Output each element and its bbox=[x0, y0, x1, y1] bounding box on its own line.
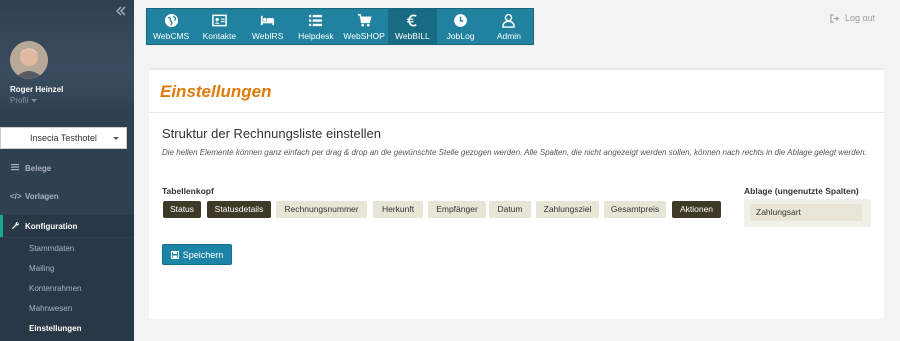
sidebar-item-belege[interactable]: Belege bbox=[0, 158, 134, 178]
tab-label: WebIRS bbox=[251, 31, 284, 41]
caret-down-icon bbox=[31, 99, 38, 103]
contact-card-icon bbox=[212, 14, 227, 27]
tab-webcms[interactable]: WebCMS bbox=[147, 9, 195, 44]
tab-label: Kontakte bbox=[202, 31, 237, 41]
code-icon: </> bbox=[10, 191, 22, 201]
sidebar-item-konfiguration[interactable]: Konfiguration bbox=[0, 215, 134, 237]
column-chip-gesamtpreis[interactable]: Gesamtpreis bbox=[604, 201, 666, 218]
divider bbox=[149, 112, 884, 113]
double-chevron-left-icon[interactable] bbox=[114, 4, 128, 18]
sidebar-item-label: Belege bbox=[25, 163, 52, 173]
submenu-item-mailing[interactable]: Mailing bbox=[29, 264, 54, 273]
column-chip-datum[interactable]: Datum bbox=[489, 201, 531, 218]
tab-label: Admin bbox=[496, 31, 521, 41]
tab-webshop[interactable]: WebSHOP bbox=[340, 9, 388, 44]
tab-webbill[interactable]: WebBILL bbox=[388, 9, 437, 44]
column-chip-herkunft[interactable]: Herkunft bbox=[373, 201, 423, 218]
save-button-label: Speichern bbox=[182, 249, 224, 260]
user-icon bbox=[502, 13, 516, 28]
tab-label: WebCMS bbox=[153, 31, 190, 41]
list-icon bbox=[309, 14, 323, 27]
tab-kontakte[interactable]: Kontakte bbox=[195, 9, 243, 44]
ablage-chip-zahlungsart[interactable]: Zahlungsart bbox=[750, 204, 862, 221]
tab-label: WebSHOP bbox=[343, 31, 385, 41]
cart-icon bbox=[357, 14, 372, 27]
profile-sub-label: Profil bbox=[10, 96, 29, 105]
column-chip-status[interactable]: Status bbox=[163, 201, 201, 218]
column-chip-statusdetails[interactable]: Statusdetails bbox=[207, 201, 271, 218]
column-chip-rechnungsnummer[interactable]: Rechnungsnummer bbox=[276, 201, 367, 218]
sidebar-item-label: Konfiguration bbox=[25, 221, 78, 231]
hotel-select[interactable]: Insecia Testhotel bbox=[0, 127, 127, 149]
globe-icon bbox=[164, 13, 178, 28]
tab-label: Helpdesk bbox=[298, 31, 334, 41]
tab-joblog[interactable]: JobLog bbox=[437, 9, 485, 44]
tab-webirs[interactable]: WebIRS bbox=[244, 9, 292, 44]
sidebar: Roger Heinzel Profil Insecia Testhotel B… bbox=[0, 0, 134, 341]
submenu-item-kontenrahmen[interactable]: Kontenrahmen bbox=[29, 284, 81, 293]
save-button[interactable]: Speichern bbox=[162, 244, 232, 265]
tab-label: JobLog bbox=[446, 31, 475, 41]
clock-icon bbox=[454, 14, 467, 27]
bed-icon bbox=[261, 15, 275, 26]
column-chip-zahlungsziel[interactable]: Zahlungsziel bbox=[536, 201, 599, 218]
tab-admin[interactable]: Admin bbox=[485, 9, 533, 44]
ablage-label: Ablage (ungenutzte Spalten) bbox=[744, 186, 859, 196]
caret-down-icon bbox=[113, 137, 119, 140]
settings-panel: Einstellungen Struktur der Rechnungslist… bbox=[149, 68, 884, 319]
list-icon bbox=[10, 163, 20, 173]
section-description: Die hellen Elemente können ganz einfach … bbox=[162, 148, 867, 157]
wrench-icon bbox=[10, 221, 20, 232]
table-header-label: Tabellenkopf bbox=[162, 186, 214, 196]
tab-helpdesk[interactable]: Helpdesk bbox=[292, 9, 340, 44]
ablage-dropzone[interactable]: Zahlungsart bbox=[744, 199, 871, 227]
submenu-item-stammdaten[interactable]: Stammdaten bbox=[29, 244, 74, 253]
floppy-disk-icon bbox=[170, 250, 179, 259]
logout-label: Log out bbox=[845, 13, 876, 23]
logout-link[interactable]: Log out bbox=[830, 13, 875, 23]
sidebar-item-label: Vorlagen bbox=[25, 191, 59, 201]
submenu-item-einstellungen[interactable]: Einstellungen bbox=[29, 324, 81, 333]
column-chip-empfaenger[interactable]: Empfänger bbox=[428, 201, 486, 218]
euro-icon bbox=[406, 14, 417, 27]
sign-out-icon bbox=[830, 13, 839, 23]
profile-name: Roger Heinzel bbox=[10, 85, 64, 94]
avatar[interactable] bbox=[10, 41, 48, 79]
section-title: Struktur der Rechnungsliste einstellen bbox=[162, 126, 381, 141]
profile-menu-toggle[interactable]: Profil bbox=[10, 96, 38, 105]
column-chip-aktionen[interactable]: Aktionen bbox=[672, 201, 721, 218]
submenu-item-mahnwesen[interactable]: Mahnwesen bbox=[29, 304, 72, 313]
submenu-konfiguration: Stammdaten Mailing Kontenrahmen Mahnwese… bbox=[0, 238, 134, 341]
top-app-nav: WebCMS Kontakte WebIRS Helpdesk WebSHOP … bbox=[146, 8, 534, 45]
hotel-select-value: Insecia Testhotel bbox=[30, 133, 97, 143]
tab-label: WebBILL bbox=[394, 31, 430, 41]
sidebar-item-vorlagen[interactable]: </> Vorlagen bbox=[0, 186, 134, 206]
page-title: Einstellungen bbox=[160, 82, 272, 101]
